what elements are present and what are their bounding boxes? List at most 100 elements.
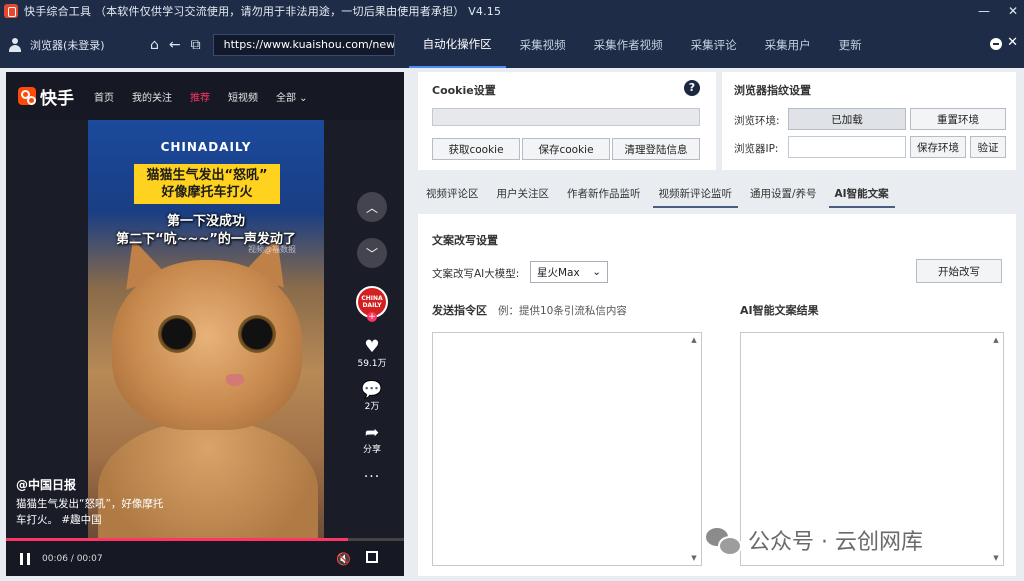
- minimize-button[interactable]: —: [978, 4, 990, 18]
- toolbar: 浏览器(未登录) ⌂ ← ⧉ https://www.kuaishou.com/…: [0, 22, 1024, 68]
- mute-icon[interactable]: 🔇: [336, 552, 351, 566]
- collapse-icon[interactable]: [990, 38, 1002, 50]
- kuaishou-logo[interactable]: 快手: [18, 84, 74, 109]
- more-icon[interactable]: ···: [364, 469, 380, 485]
- ks-nav-following[interactable]: 我的关注: [132, 89, 172, 104]
- ks-nav-recommend[interactable]: 推荐: [190, 89, 210, 104]
- sub-tab-bar: 视频评论区 用户关注区 作者新作品监听 视频新评论监听 通用设置/养号 AI智能…: [420, 180, 1016, 210]
- comment-count: 2万: [364, 402, 380, 412]
- follow-plus-button[interactable]: +: [367, 312, 377, 322]
- fullscreen-icon[interactable]: [366, 551, 378, 563]
- cat-eye-left: [158, 315, 196, 353]
- env-status: 已加载: [788, 108, 906, 130]
- ks-nav-all[interactable]: 全部 ⌄: [276, 89, 308, 104]
- reset-env-button[interactable]: 重置环境: [910, 108, 1006, 130]
- tab-video-comments[interactable]: 视频评论区: [420, 180, 485, 208]
- env-label: 浏览环境:: [734, 115, 780, 127]
- player-controls: 00:06 / 00:07 🔇: [6, 542, 404, 576]
- fingerprint-panel-title: 浏览器指纹设置: [734, 84, 811, 97]
- command-area-title: 发送指令区: [432, 304, 487, 317]
- browser-ip-input[interactable]: [788, 136, 906, 158]
- cookie-input[interactable]: [432, 108, 700, 126]
- ai-section-title: 文案改写设置: [432, 234, 498, 247]
- home-icon[interactable]: ⌂: [150, 37, 159, 53]
- app-icon: [4, 4, 18, 18]
- video-progress-fill: [6, 538, 349, 541]
- chevron-up-icon: ︿: [365, 200, 378, 215]
- scroll-down-icon[interactable]: ▼: [991, 553, 1001, 563]
- video-brand: CHINADAILY: [160, 140, 252, 154]
- window-title: 快手综合工具 （本软件仅供学习交流使用，请勿用于非法用途，一切后果由使用者承担）…: [24, 5, 502, 18]
- tab-collect-author-video[interactable]: 采集作者视频: [580, 22, 677, 68]
- kuaishou-header: 快手 首页 我的关注 推荐 短视频 全部 ⌄: [6, 72, 404, 120]
- tab-general-settings[interactable]: 通用设置/养号: [744, 180, 823, 208]
- url-input[interactable]: https://www.kuaishou.com/new-r: [212, 34, 395, 56]
- start-rewrite-button[interactable]: 开始改写: [916, 259, 1002, 283]
- video-headline-line1: 猫猫生气发出“怒吼”: [146, 168, 268, 183]
- watermark-text: 公众号 · 云创网库: [748, 530, 923, 555]
- model-select[interactable]: 星火Max ⌄: [530, 261, 608, 283]
- playback-time: 00:06 / 00:07: [42, 554, 103, 564]
- video-side-actions: ︿ ﹀ CHINA DAILY + ♥ 59.1万 💬 2万 ➦ 分享 ···: [354, 192, 390, 485]
- chevron-down-icon: ⌄: [592, 266, 601, 278]
- tab-update[interactable]: 更新: [825, 22, 876, 68]
- ks-nav-short-video[interactable]: 短视频: [228, 89, 258, 104]
- model-select-value: 星火Max: [537, 266, 580, 279]
- wechat-watermark: 公众号 · 云创网库: [706, 524, 923, 556]
- user-icon: [8, 38, 22, 52]
- ks-nav-home[interactable]: 首页: [94, 89, 114, 104]
- share-label: 分享: [362, 445, 381, 455]
- kuaishou-logo-text: 快手: [40, 88, 74, 109]
- command-hint: 例：提供10条引流私信内容: [498, 305, 627, 317]
- tab-collect-users[interactable]: 采集用户: [751, 22, 825, 68]
- title-bar: 快手综合工具 （本软件仅供学习交流使用，请勿用于非法用途，一切后果由使用者承担）…: [0, 0, 1024, 22]
- save-cookie-button[interactable]: 保存cookie: [522, 138, 610, 160]
- video-headline-line2: 好像摩托车打火: [161, 185, 253, 200]
- help-icon[interactable]: ?: [684, 80, 700, 96]
- cookie-panel: Cookie设置 ? 获取cookie 保存cookie 清理登陆信息: [418, 72, 716, 170]
- clear-login-button[interactable]: 清理登陆信息: [612, 138, 700, 160]
- like-count: 59.1万: [357, 359, 387, 369]
- video-watermark: 视频@福数报: [248, 245, 296, 254]
- verify-button[interactable]: 验证: [970, 136, 1006, 158]
- video-progress-bar[interactable]: [6, 538, 404, 541]
- next-video-button[interactable]: ﹀: [357, 238, 387, 268]
- cookie-panel-title: Cookie设置: [432, 84, 496, 97]
- cat-nose: [226, 374, 244, 386]
- video-description: 猫猫生气发出“怒吼”，好像摩托 车打火。 #趣中国: [16, 496, 186, 528]
- pause-icon[interactable]: [20, 553, 30, 565]
- save-env-button[interactable]: 保存环境: [910, 136, 966, 158]
- scroll-down-icon[interactable]: ▼: [689, 553, 699, 563]
- heart-icon[interactable]: ♥: [364, 338, 379, 356]
- browser-login-status: 浏览器(未登录): [30, 39, 105, 52]
- ip-label: 浏览器IP:: [734, 143, 779, 155]
- close-window-button[interactable]: ✕: [1008, 4, 1018, 18]
- ai-copywriting-panel: 文案改写设置 文案改写AI大模型: 星火Max ⌄ 开始改写 发送指令区 例：提…: [418, 214, 1016, 576]
- cat-head: [112, 260, 302, 430]
- previous-video-button[interactable]: ︿: [357, 192, 387, 222]
- model-label: 文案改写AI大模型:: [432, 268, 520, 280]
- tab-new-comment-monitor[interactable]: 视频新评论监听: [652, 180, 738, 208]
- comment-icon[interactable]: 💬: [361, 381, 382, 399]
- video-subtitle-1: 第一下没成功: [166, 214, 245, 229]
- video-author[interactable]: @中国日报: [16, 476, 76, 493]
- wechat-icon: [706, 526, 742, 556]
- share-icon[interactable]: ➦: [365, 424, 379, 442]
- copy-icon[interactable]: ⧉: [191, 37, 201, 53]
- scroll-up-icon[interactable]: ▲: [991, 335, 1001, 345]
- tab-automation[interactable]: 自动化操作区: [408, 22, 506, 68]
- video-description-line1: 猫猫生气发出“怒吼”，好像摩托: [16, 498, 164, 510]
- get-cookie-button[interactable]: 获取cookie: [432, 138, 520, 160]
- toolbar-close-button[interactable]: ✕: [1007, 35, 1018, 50]
- kuaishou-logo-icon: [18, 87, 36, 105]
- command-textarea[interactable]: ▲ ▼: [432, 332, 702, 566]
- video-frame[interactable]: CHINADAILY 猫猫生气发出“怒吼” 好像摩托车打火 第一下没成功 第二下…: [88, 120, 324, 540]
- tab-collect-comments[interactable]: 采集评论: [677, 22, 751, 68]
- cat-eye-right: [238, 315, 276, 353]
- scroll-up-icon[interactable]: ▲: [689, 335, 699, 345]
- tab-ai-copywriting[interactable]: AI智能文案: [828, 180, 895, 208]
- tab-author-monitor[interactable]: 作者新作品监听: [561, 180, 647, 208]
- tab-user-follow[interactable]: 用户关注区: [491, 180, 556, 208]
- tab-collect-video[interactable]: 采集视频: [506, 22, 580, 68]
- back-arrow-icon[interactable]: ←: [169, 37, 181, 53]
